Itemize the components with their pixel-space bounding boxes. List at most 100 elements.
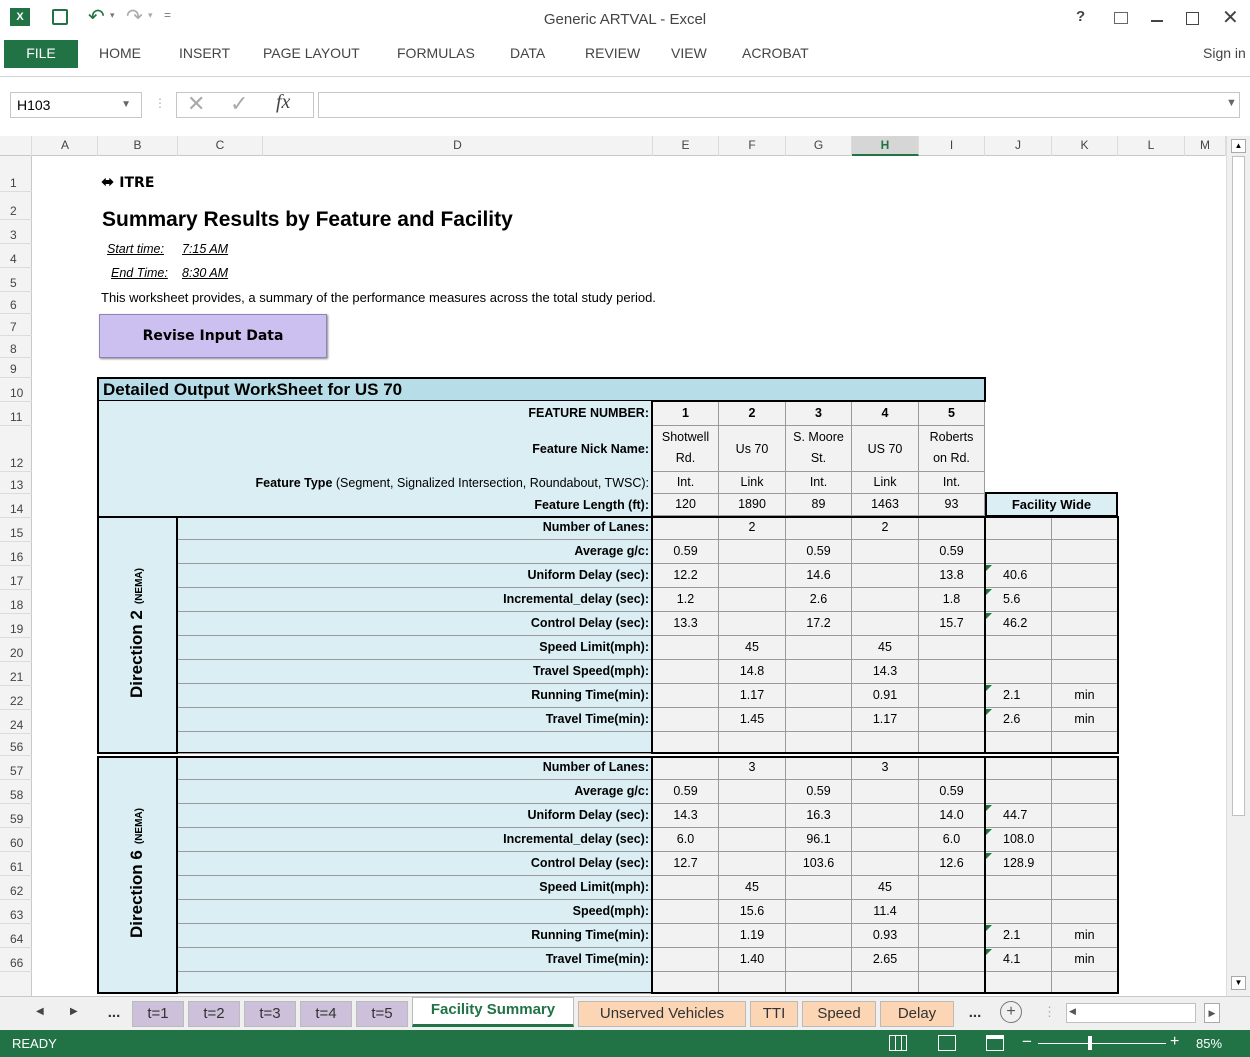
facility-wide-cell[interactable]: 128.9: [985, 852, 1052, 876]
value-cell[interactable]: [653, 660, 719, 684]
row-header[interactable]: 4: [0, 244, 32, 268]
value-cell[interactable]: 45: [852, 636, 919, 660]
feature-number-cell[interactable]: 5: [919, 402, 985, 426]
facility-wide-cell[interactable]: [985, 732, 1052, 754]
value-cell[interactable]: [919, 636, 985, 660]
row-header[interactable]: 24: [0, 710, 32, 734]
feature-type-cell[interactable]: Int.: [919, 472, 985, 494]
facility-wide-cell[interactable]: 2.1: [985, 924, 1052, 948]
value-cell[interactable]: [919, 876, 985, 900]
value-cell[interactable]: [852, 828, 919, 852]
value-cell[interactable]: 15.7: [919, 612, 985, 636]
feature-number-cell[interactable]: 1: [653, 402, 719, 426]
tab-insert[interactable]: INSERT: [179, 40, 230, 68]
value-cell[interactable]: [852, 564, 919, 588]
value-cell[interactable]: [786, 924, 852, 948]
row-header[interactable]: 21: [0, 662, 32, 686]
col-header-h[interactable]: H: [852, 136, 919, 156]
value-cell[interactable]: [719, 828, 786, 852]
value-cell[interactable]: 1.8: [919, 588, 985, 612]
value-cell[interactable]: 1.45: [719, 708, 786, 732]
feature-length-cell[interactable]: 89: [786, 494, 852, 516]
zoom-in-icon[interactable]: +: [1170, 1033, 1179, 1051]
zoom-out-icon[interactable]: −: [1022, 1032, 1032, 1052]
prev-sheet-icon[interactable]: ◀: [36, 1006, 44, 1017]
value-cell[interactable]: 14.0: [919, 804, 985, 828]
row-header[interactable]: 66: [0, 948, 32, 972]
value-cell[interactable]: 12.7: [653, 852, 719, 876]
value-cell[interactable]: [786, 876, 852, 900]
value-cell[interactable]: 45: [719, 876, 786, 900]
facility-wide-cell[interactable]: [985, 756, 1052, 780]
row-header[interactable]: 2: [0, 192, 32, 220]
value-cell[interactable]: [786, 948, 852, 972]
value-cell[interactable]: [653, 900, 719, 924]
facility-wide-cell[interactable]: 108.0: [985, 828, 1052, 852]
value-cell[interactable]: 14.3: [653, 804, 719, 828]
maximize-button[interactable]: [1186, 12, 1199, 25]
sheet-tab[interactable]: t=3: [244, 1001, 296, 1027]
row-header[interactable]: 14: [0, 494, 32, 518]
scroll-left-icon[interactable]: ◀: [1069, 1006, 1076, 1017]
tab-file[interactable]: FILE: [4, 40, 78, 68]
sheet-tab[interactable]: ...: [100, 1001, 128, 1027]
value-cell[interactable]: [653, 708, 719, 732]
row-header[interactable]: 62: [0, 876, 32, 900]
next-sheet-icon[interactable]: ▶: [70, 1006, 78, 1017]
row-header[interactable]: 63: [0, 900, 32, 924]
value-cell[interactable]: 1.17: [852, 708, 919, 732]
feature-nick-cell[interactable]: Shotwell Rd.: [653, 426, 719, 472]
name-box[interactable]: H103 ▼: [10, 92, 142, 118]
value-cell[interactable]: 0.59: [786, 780, 852, 804]
value-cell[interactable]: 2.65: [852, 948, 919, 972]
value-cell[interactable]: [919, 948, 985, 972]
row-header[interactable]: 13: [0, 472, 32, 494]
value-cell[interactable]: 16.3: [786, 804, 852, 828]
value-cell[interactable]: 0.91: [852, 684, 919, 708]
page-layout-view-icon[interactable]: [938, 1035, 956, 1051]
value-cell[interactable]: [786, 516, 852, 540]
value-cell[interactable]: [852, 780, 919, 804]
row-header[interactable]: 8: [0, 336, 32, 358]
facility-wide-cell[interactable]: [985, 900, 1052, 924]
value-cell[interactable]: 103.6: [786, 852, 852, 876]
zoom-slider-thumb[interactable]: [1088, 1036, 1092, 1050]
horizontal-scrollbar[interactable]: ◀: [1066, 1003, 1196, 1023]
facility-wide-cell[interactable]: 2.1: [985, 684, 1052, 708]
scroll-up-icon[interactable]: ▲: [1231, 139, 1246, 153]
value-cell[interactable]: [919, 732, 985, 754]
col-header-g[interactable]: G: [786, 136, 852, 156]
value-cell[interactable]: 13.3: [653, 612, 719, 636]
col-header-k[interactable]: K: [1052, 136, 1118, 156]
value-cell[interactable]: [786, 732, 852, 754]
facility-wide-cell[interactable]: 4.1: [985, 948, 1052, 972]
unit-cell[interactable]: [1052, 900, 1118, 924]
value-cell[interactable]: [919, 972, 985, 994]
value-cell[interactable]: [719, 804, 786, 828]
value-cell[interactable]: 3: [719, 756, 786, 780]
unit-cell[interactable]: [1052, 588, 1118, 612]
facility-wide-cell[interactable]: [985, 516, 1052, 540]
feature-length-cell[interactable]: 93: [919, 494, 985, 516]
value-cell[interactable]: 1.19: [719, 924, 786, 948]
value-cell[interactable]: 12.2: [653, 564, 719, 588]
col-header-f[interactable]: F: [719, 136, 786, 156]
sheet-tab[interactable]: t=1: [132, 1001, 184, 1027]
value-cell[interactable]: [719, 732, 786, 754]
value-cell[interactable]: [919, 708, 985, 732]
value-cell[interactable]: 0.59: [786, 540, 852, 564]
value-cell[interactable]: 0.59: [919, 780, 985, 804]
sheet-tab[interactable]: Unserved Vehicles: [578, 1001, 746, 1027]
col-header-a[interactable]: A: [33, 136, 98, 156]
value-cell[interactable]: [719, 780, 786, 804]
value-cell[interactable]: [719, 564, 786, 588]
row-header[interactable]: 20: [0, 638, 32, 662]
sheet-tab[interactable]: TTI: [750, 1001, 798, 1027]
row-header[interactable]: 11: [0, 402, 32, 426]
value-cell[interactable]: [786, 972, 852, 994]
insert-function-icon[interactable]: fx: [276, 91, 290, 114]
name-box-dropdown-icon[interactable]: ▼: [121, 93, 131, 117]
value-cell[interactable]: 13.8: [919, 564, 985, 588]
value-cell[interactable]: [852, 540, 919, 564]
feature-length-cell[interactable]: 1890: [719, 494, 786, 516]
